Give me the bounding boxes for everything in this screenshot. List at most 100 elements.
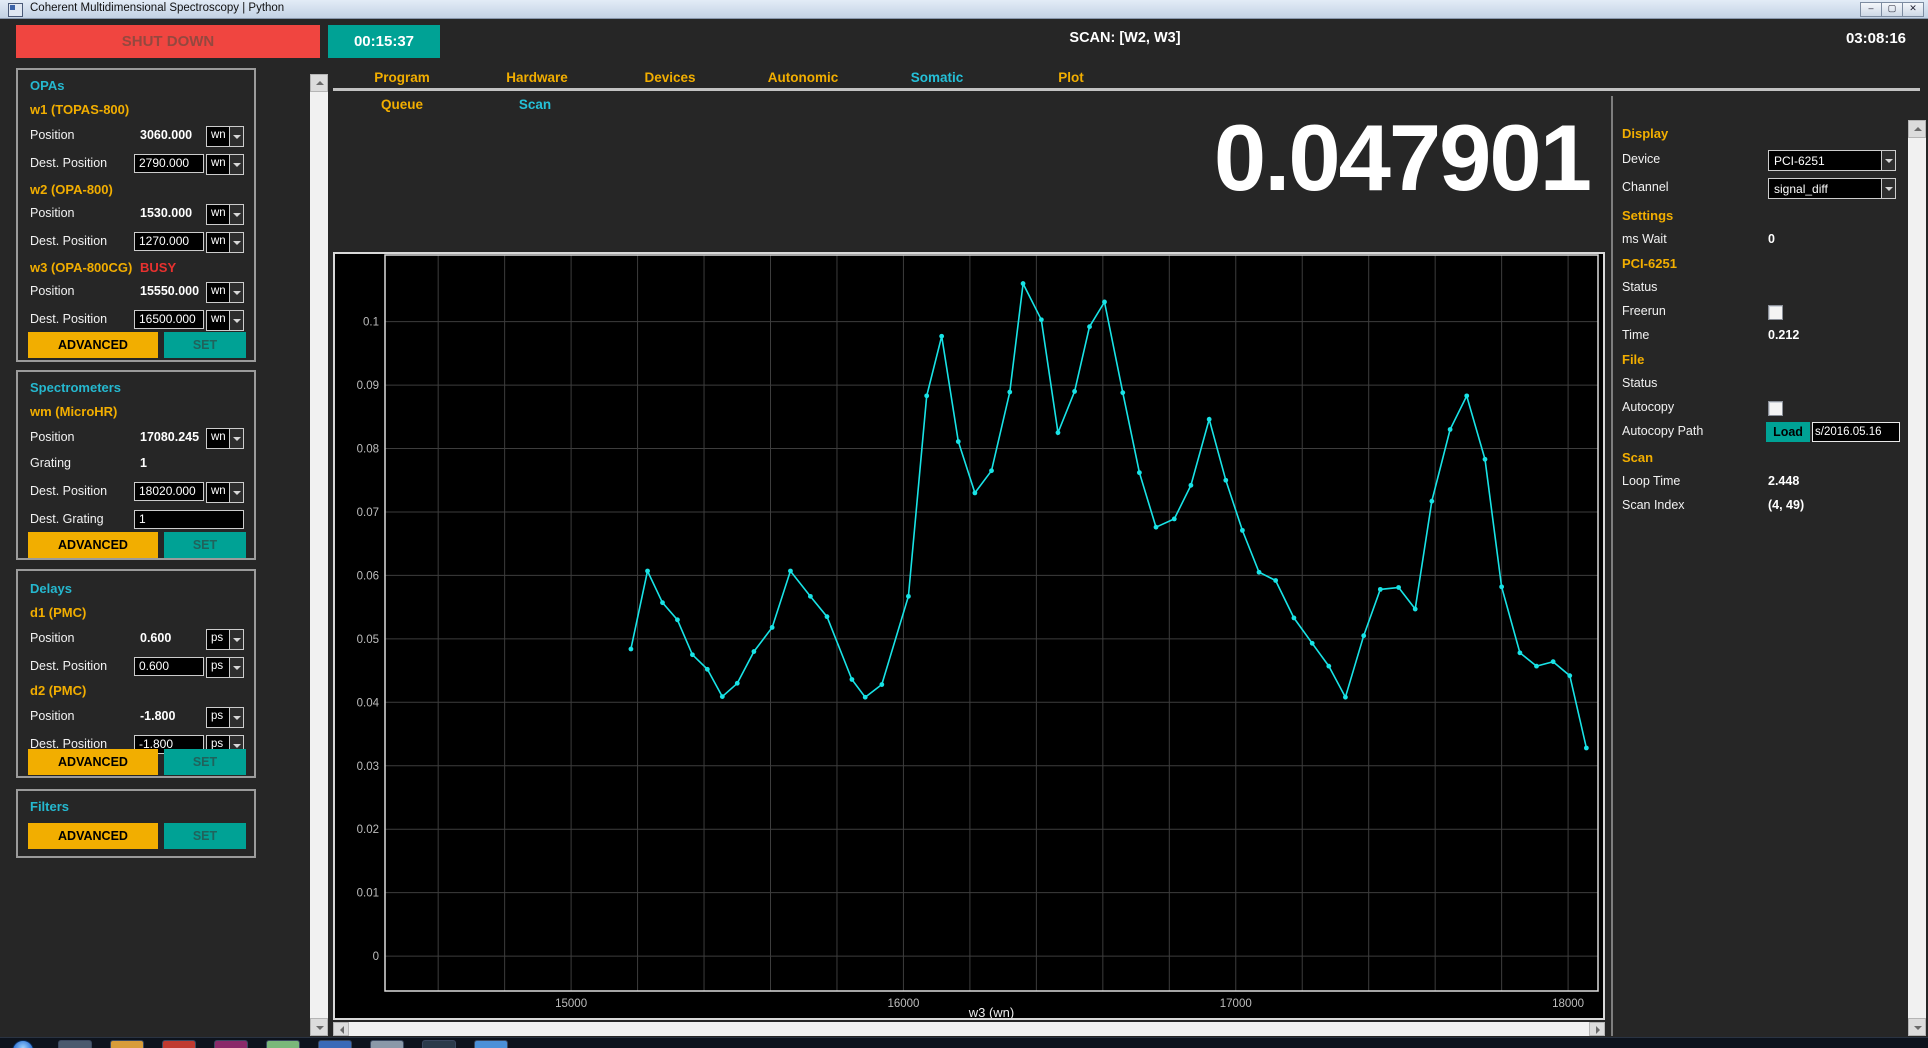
filters-advanced-button[interactable]: ADVANCED bbox=[28, 823, 158, 849]
svg-text:0.07: 0.07 bbox=[357, 507, 379, 519]
wm-grating-label: Grating bbox=[30, 456, 71, 470]
d2-position-units-dropdown[interactable]: ps bbox=[206, 707, 244, 728]
plot-widget: 00.010.020.030.040.050.060.070.080.090.1… bbox=[333, 252, 1605, 1020]
pci-header: PCI-6251 bbox=[1622, 256, 1677, 271]
tab-devices[interactable]: Devices bbox=[644, 70, 695, 85]
w3-dest-label: Dest. Position bbox=[30, 312, 107, 326]
minimize-button[interactable]: – bbox=[1860, 2, 1882, 17]
w1-dest-input[interactable]: 2790.000 bbox=[134, 154, 204, 173]
d1-dest-input[interactable]: 0.600 bbox=[134, 657, 204, 676]
d1-dest-label: Dest. Position bbox=[30, 659, 107, 673]
autocopy-checkbox[interactable] bbox=[1768, 401, 1783, 416]
loop-time-value: 2.448 bbox=[1768, 474, 1799, 488]
scroll-down-button[interactable] bbox=[1908, 1018, 1926, 1036]
w3-dest-units-dropdown[interactable]: wn bbox=[206, 310, 244, 331]
scroll-right-button[interactable] bbox=[1589, 1022, 1605, 1036]
wm-dest-input[interactable]: 18020.000 bbox=[134, 482, 204, 501]
wm-dest-grating-input[interactable]: 1 bbox=[134, 510, 244, 529]
subtab-queue[interactable]: Queue bbox=[381, 97, 423, 112]
chevron-down-icon bbox=[229, 155, 243, 174]
taskbar-app-7[interactable] bbox=[370, 1040, 404, 1048]
w3-dest-input[interactable]: 16500.000 bbox=[134, 310, 204, 329]
time-label: Time bbox=[1622, 328, 1649, 342]
svg-text:0.09: 0.09 bbox=[357, 380, 379, 392]
ms-wait-value: 0 bbox=[1768, 232, 1775, 246]
opas-advanced-button[interactable]: ADVANCED bbox=[28, 332, 158, 358]
scan-status: SCAN: [W2, W3] bbox=[940, 30, 1310, 46]
scroll-down-button[interactable] bbox=[310, 1018, 328, 1036]
start-button[interactable] bbox=[12, 1040, 34, 1048]
taskbar-app-3[interactable] bbox=[162, 1040, 196, 1048]
freerun-label: Freerun bbox=[1622, 304, 1666, 318]
scan-index-label: Scan Index bbox=[1622, 498, 1685, 512]
main-horizontal-scrollbar[interactable] bbox=[333, 1022, 1605, 1036]
device-dropdown[interactable]: PCI-6251 bbox=[1768, 150, 1896, 171]
w1-position-label: Position bbox=[30, 128, 74, 142]
w2-dest-units-dropdown[interactable]: wn bbox=[206, 232, 244, 253]
tab-somatic[interactable]: Somatic bbox=[911, 70, 964, 85]
subtab-scan[interactable]: Scan bbox=[519, 97, 551, 112]
scroll-up-button[interactable] bbox=[310, 74, 328, 92]
taskbar-app-1[interactable] bbox=[58, 1040, 92, 1048]
channel-dropdown[interactable]: signal_diff bbox=[1768, 178, 1896, 199]
loop-time-label: Loop Time bbox=[1622, 474, 1680, 488]
spectrometers-set-button[interactable]: SET bbox=[164, 532, 246, 558]
main-vertical-scrollbar[interactable] bbox=[310, 74, 328, 1036]
delays-panel: Delays d1 (PMC) Position 0.600 ps Dest. … bbox=[16, 569, 256, 778]
opas-title: OPAs bbox=[30, 78, 64, 93]
tab-program[interactable]: Program bbox=[374, 70, 430, 85]
time-value: 0.212 bbox=[1768, 328, 1799, 342]
d1-position-value: 0.600 bbox=[140, 631, 206, 645]
tab-plot[interactable]: Plot bbox=[1058, 70, 1084, 85]
w1-position-value: 3060.000 bbox=[140, 128, 206, 142]
w2-position-units-dropdown[interactable]: wn bbox=[206, 204, 244, 225]
spectrometers-advanced-button[interactable]: ADVANCED bbox=[28, 532, 158, 558]
scroll-up-button[interactable] bbox=[1908, 120, 1926, 138]
taskbar-app-6[interactable] bbox=[318, 1040, 352, 1048]
w1-position-units-dropdown[interactable]: wn bbox=[206, 126, 244, 147]
taskbar-app-4[interactable] bbox=[214, 1040, 248, 1048]
taskbar-app-5[interactable] bbox=[266, 1040, 300, 1048]
wm-name: wm (MicroHR) bbox=[30, 404, 117, 419]
maximize-button[interactable]: ▢ bbox=[1881, 2, 1903, 17]
scan-chart: 00.010.020.030.040.050.060.070.080.090.1… bbox=[335, 254, 1603, 1018]
scroll-left-button[interactable] bbox=[333, 1022, 349, 1036]
w3-position-units-dropdown[interactable]: wn bbox=[206, 282, 244, 303]
w2-dest-input[interactable]: 1270.000 bbox=[134, 232, 204, 251]
taskbar-app-2[interactable] bbox=[110, 1040, 144, 1048]
opa-w1-name: w1 (TOPAS-800) bbox=[30, 102, 129, 117]
wm-dest-units-dropdown[interactable]: wn bbox=[206, 482, 244, 503]
right-panel-scrollbar[interactable] bbox=[1908, 120, 1926, 1036]
application-window: Coherent Multidimensional Spectroscopy |… bbox=[0, 0, 1928, 1048]
w2-dest-label: Dest. Position bbox=[30, 234, 107, 248]
menu-underline bbox=[333, 88, 1920, 91]
d1-position-units-dropdown[interactable]: ps bbox=[206, 629, 244, 650]
tab-hardware[interactable]: Hardware bbox=[506, 70, 568, 85]
taskbar-app-9[interactable] bbox=[474, 1040, 508, 1048]
svg-text:0.05: 0.05 bbox=[357, 634, 379, 646]
svg-text:0.03: 0.03 bbox=[357, 761, 379, 773]
filters-panel: Filters ADVANCED SET bbox=[16, 789, 256, 858]
freerun-checkbox[interactable] bbox=[1768, 305, 1783, 320]
taskbar-app-8[interactable] bbox=[422, 1040, 456, 1048]
d1-dest-units-dropdown[interactable]: ps bbox=[206, 657, 244, 678]
chevron-down-icon bbox=[229, 283, 243, 302]
close-button[interactable]: ✕ bbox=[1902, 2, 1924, 17]
tab-autonomic[interactable]: Autonomic bbox=[768, 70, 839, 85]
svg-text:0.06: 0.06 bbox=[357, 570, 379, 582]
autocopy-path-input[interactable]: s/2016.05.16 bbox=[1812, 422, 1900, 442]
load-button[interactable]: Load bbox=[1766, 422, 1810, 442]
svg-text:0.01: 0.01 bbox=[357, 888, 379, 900]
settings-header: Settings bbox=[1622, 208, 1673, 223]
w1-dest-units-dropdown[interactable]: wn bbox=[206, 154, 244, 175]
shutdown-button[interactable]: SHUT DOWN bbox=[16, 25, 320, 58]
opas-set-button[interactable]: SET bbox=[164, 332, 246, 358]
delays-advanced-button[interactable]: ADVANCED bbox=[28, 749, 158, 775]
filters-set-button[interactable]: SET bbox=[164, 823, 246, 849]
scan-index-value: (4, 49) bbox=[1768, 498, 1804, 512]
chevron-down-icon bbox=[229, 127, 243, 146]
wm-position-units-dropdown[interactable]: wn bbox=[206, 428, 244, 449]
delays-set-button[interactable]: SET bbox=[164, 749, 246, 775]
signal-readout: 0.047901 bbox=[700, 104, 1590, 212]
w3-position-value: 15550.000 bbox=[140, 284, 206, 298]
